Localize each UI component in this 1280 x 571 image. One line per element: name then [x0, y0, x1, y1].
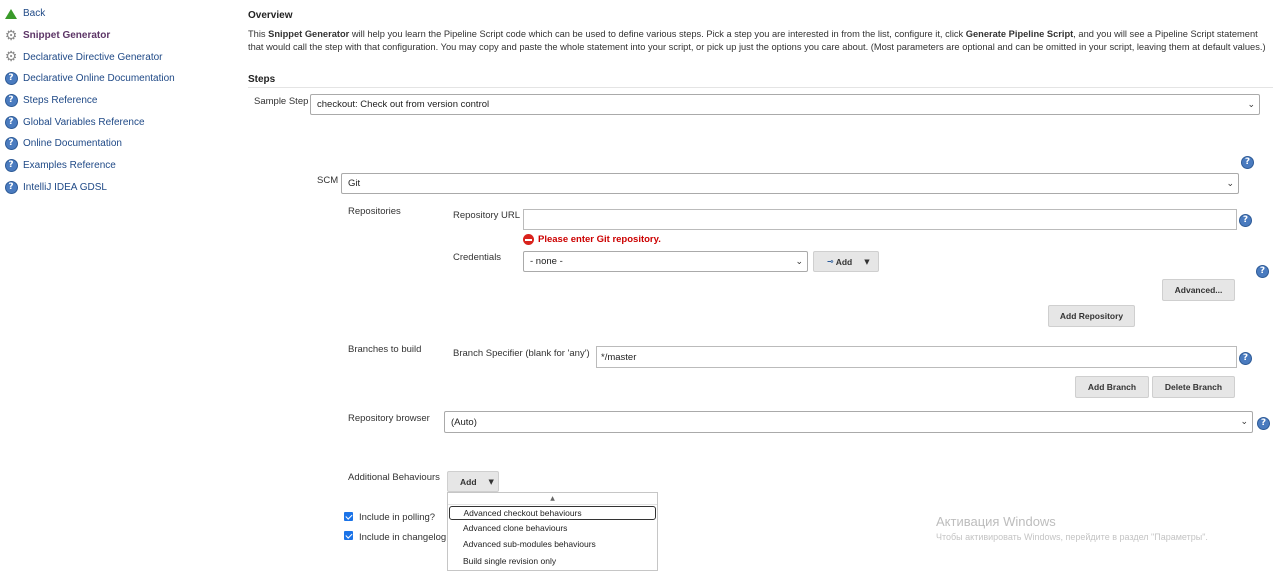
windows-activation-title: Активация Windows — [936, 514, 1056, 529]
steps-title: Steps — [248, 74, 1273, 88]
menu-item[interactable]: Advanced clone behaviours — [448, 520, 657, 536]
overview-text: This Snippet Generator will help you lea… — [248, 29, 1266, 52]
sidebar-item-steps-reference[interactable]: ? Steps Reference — [4, 90, 204, 112]
branches-to-build-label: Branches to build — [348, 344, 422, 355]
sample-step-select[interactable]: checkout: Check out from version control… — [310, 94, 1260, 115]
sidebar-item-declarative-directive-generator[interactable]: ⚙ Declarative Directive Generator — [4, 46, 204, 68]
help-icon[interactable]: ? — [1239, 352, 1252, 365]
include-in-polling-checkbox[interactable] — [344, 512, 353, 521]
branch-specifier-input[interactable]: */master — [596, 346, 1237, 368]
advanced-button[interactable]: Advanced... — [1162, 279, 1235, 301]
help-icon: ? — [4, 137, 18, 151]
sidebar-item-back[interactable]: Back — [4, 3, 204, 25]
sidebar-item-label: Online Documentation — [23, 138, 122, 150]
caret-down-icon: ▼ — [488, 477, 494, 486]
sidebar-item-global-variables-reference[interactable]: ? Global Variables Reference — [4, 111, 204, 133]
overview-title: Overview — [248, 10, 293, 21]
menu-item[interactable]: Build single revision only — [448, 553, 657, 569]
credentials-select[interactable]: - none - ⌄ — [523, 251, 808, 272]
scroll-up-icon[interactable]: ▲ — [448, 493, 657, 505]
sample-step-label: Sample Step — [254, 96, 309, 107]
sidebar-item-examples-reference[interactable]: ? Examples Reference — [4, 155, 204, 177]
menu-item[interactable]: Advanced sub-modules behaviours — [448, 536, 657, 552]
chevron-down-icon: ⌄ — [1226, 178, 1234, 189]
sidebar-item-label: Back — [23, 8, 46, 20]
repositories-label: Repositories — [348, 206, 401, 217]
windows-activation-subtitle: Чтобы активировать Windows, перейдите в … — [936, 532, 1208, 542]
key-icon: ⊸ — [827, 257, 834, 266]
help-icon: ? — [4, 180, 18, 194]
scm-label: SCM — [317, 175, 339, 186]
additional-behaviours-menu: ▲ Advanced checkout behaviours Advanced … — [447, 492, 658, 571]
help-icon: ? — [4, 72, 18, 86]
include-in-changelog-label: Include in changelog — [359, 532, 447, 543]
menu-item[interactable]: Advanced checkout behaviours — [449, 506, 656, 520]
include-in-changelog-checkbox[interactable] — [344, 531, 353, 540]
credentials-label: Credentials — [453, 252, 502, 263]
include-in-polling-label: Include in polling? — [359, 512, 436, 523]
add-behaviour-button[interactable]: Add ▼ — [447, 471, 499, 492]
up-arrow-icon — [4, 7, 18, 21]
sidebar: Back ⚙ Snippet Generator ⚙ Declarative D… — [4, 3, 204, 198]
credentials-add-button[interactable]: ⊸ Add ▼ — [813, 251, 879, 272]
sidebar-item-intellij-idea-gdsl[interactable]: ? IntelliJ IDEA GDSL — [4, 177, 204, 199]
branch-specifier-label: Branch Specifier (blank for 'any') — [453, 348, 590, 359]
help-icon[interactable]: ? — [1241, 156, 1254, 169]
scm-select[interactable]: Git ⌄ — [341, 173, 1239, 194]
sidebar-item-label: IntelliJ IDEA GDSL — [23, 181, 107, 193]
help-icon[interactable]: ? — [1239, 214, 1252, 227]
add-repository-button[interactable]: Add Repository — [1048, 305, 1135, 327]
chevron-down-icon: ⌄ — [795, 256, 803, 267]
caret-down-icon: ▼ — [864, 257, 870, 266]
repository-browser-select[interactable]: (Auto) ⌄ — [444, 411, 1253, 433]
help-icon: ? — [4, 94, 18, 108]
help-icon[interactable]: ? — [1257, 417, 1270, 430]
gear-icon: ⚙ — [4, 49, 18, 66]
sidebar-item-declarative-online-documentation[interactable]: ? Declarative Online Documentation — [4, 68, 204, 90]
chevron-down-icon: ⌄ — [1247, 99, 1255, 110]
repository-url-input[interactable] — [523, 209, 1237, 230]
error-icon — [523, 234, 534, 245]
sidebar-item-label: Global Variables Reference — [23, 116, 145, 128]
help-icon: ? — [4, 159, 18, 173]
repository-url-error: Please enter Git repository. — [523, 234, 661, 245]
help-icon[interactable]: ? — [1256, 265, 1269, 278]
add-branch-button[interactable]: Add Branch — [1075, 376, 1149, 398]
gear-icon: ⚙ — [4, 27, 18, 44]
additional-behaviours-label: Additional Behaviours — [348, 472, 440, 483]
repository-url-label: Repository URL — [453, 210, 521, 221]
sidebar-item-online-documentation[interactable]: ? Online Documentation — [4, 133, 204, 155]
chevron-down-icon: ⌄ — [1240, 417, 1248, 427]
delete-branch-button[interactable]: Delete Branch — [1152, 376, 1235, 398]
help-icon: ? — [4, 115, 18, 129]
sidebar-item-label: Declarative Directive Generator — [23, 51, 163, 63]
sidebar-item-snippet-generator[interactable]: ⚙ Snippet Generator — [4, 25, 204, 47]
repository-browser-label: Repository browser — [348, 413, 430, 424]
sidebar-item-label: Steps Reference — [23, 95, 98, 107]
sidebar-item-label: Snippet Generator — [23, 30, 111, 42]
sidebar-item-label: Declarative Online Documentation — [23, 73, 175, 85]
sidebar-item-label: Examples Reference — [23, 160, 116, 172]
